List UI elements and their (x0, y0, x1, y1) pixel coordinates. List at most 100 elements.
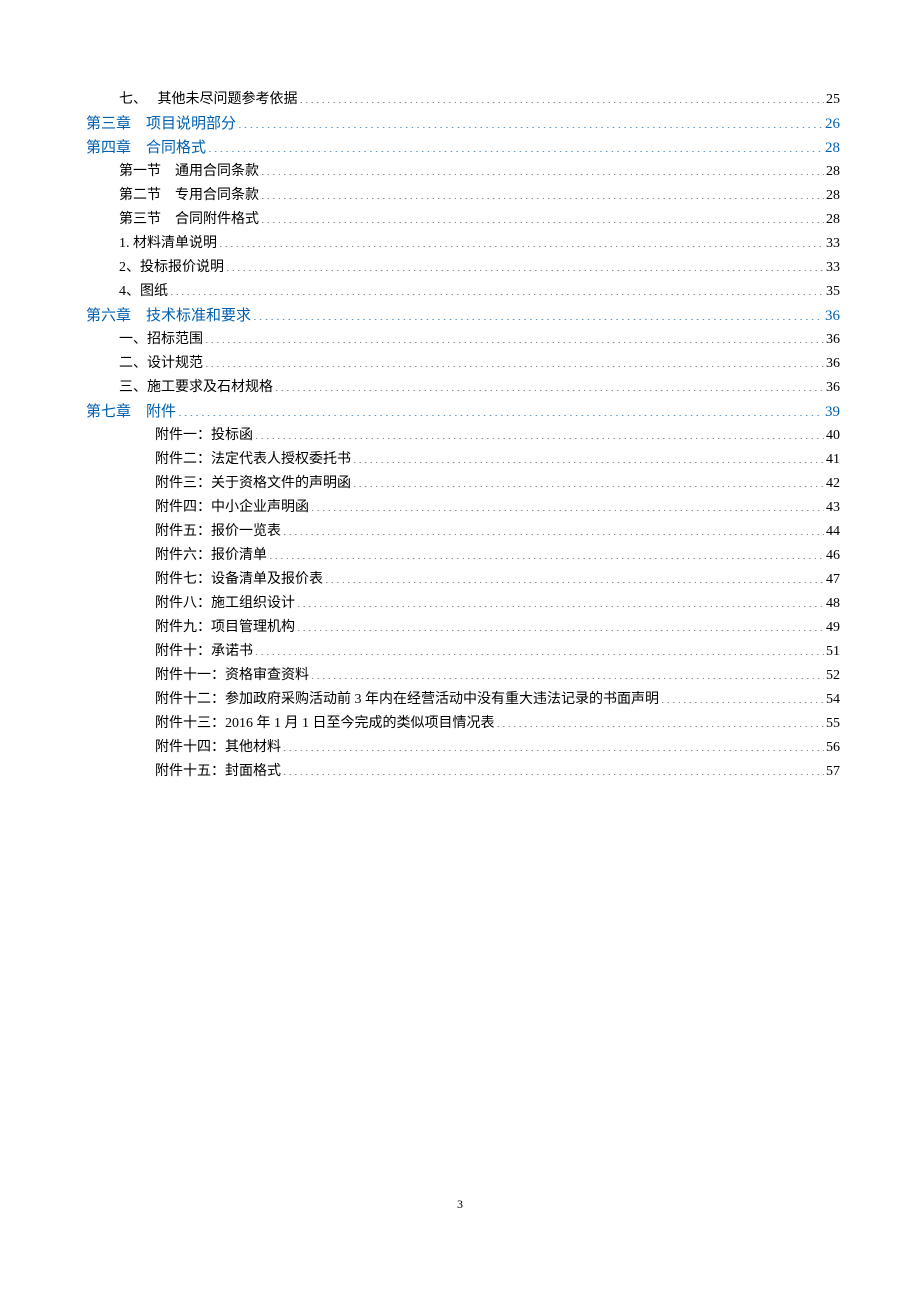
toc-label: 第四章 合同格式 (86, 136, 206, 160)
toc-page-number: 28 (826, 208, 840, 232)
toc-entry[interactable]: 附件五：报价一览表 44 (86, 520, 840, 544)
toc-label: 附件八：施工组织设计 (155, 592, 295, 616)
toc-entry[interactable]: 附件九：项目管理机构 49 (86, 616, 840, 640)
toc-entry[interactable]: 附件六：报价清单 46 (86, 544, 840, 568)
toc-leader-dots (269, 545, 824, 559)
toc-page-number: 36 (825, 304, 840, 328)
toc-page-number: 41 (826, 448, 840, 472)
toc-leader-dots (178, 401, 823, 416)
toc-page-number: 36 (826, 376, 840, 400)
page-container: 七、 其他未尽问题参考依据25第三章 项目说明部分26第四章 合同格式28第一节… (0, 0, 920, 844)
toc-label: 附件五：报价一览表 (155, 520, 281, 544)
toc-entry[interactable]: 二、设计规范 36 (86, 352, 840, 376)
toc-leader-dots (325, 569, 824, 583)
toc-entry[interactable]: 第三章 项目说明部分 26 (86, 112, 840, 136)
toc-label: 1. 材料清单说明 (119, 232, 217, 256)
toc-label: 附件十二：参加政府采购活动前 3 年内在经营活动中没有重大违法记录的书面声明 (155, 688, 659, 712)
toc-leader-dots (219, 233, 824, 247)
toc-leader-dots (311, 665, 824, 679)
toc-entry[interactable]: 第七章 附件 39 (86, 400, 840, 424)
toc-label: 附件七：设备清单及报价表 (155, 568, 323, 592)
toc-label: 第二节 专用合同条款 (119, 184, 259, 208)
toc-page-number: 55 (826, 712, 840, 736)
toc-entry[interactable]: 第二节 专用合同条款28 (86, 184, 840, 208)
toc-label: 附件三：关于资格文件的声明函 (155, 472, 351, 496)
toc-label: 附件二：法定代表人授权委托书 (155, 448, 351, 472)
toc-page-number: 33 (826, 232, 840, 256)
toc-entry[interactable]: 2、投标报价说明 33 (86, 256, 840, 280)
toc-leader-dots (353, 449, 824, 463)
toc-label: 附件九：项目管理机构 (155, 616, 295, 640)
toc-entry[interactable]: 附件二：法定代表人授权委托书 41 (86, 448, 840, 472)
toc-leader-dots (261, 209, 824, 223)
toc-label: 三、施工要求及石材规格 (119, 376, 273, 400)
toc-label: 第三章 项目说明部分 (86, 112, 236, 136)
toc-leader-dots (226, 257, 824, 271)
toc-label: 附件十四：其他材料 (155, 736, 281, 760)
toc-page-number: 35 (826, 280, 840, 304)
toc-leader-dots (661, 689, 824, 703)
toc-entry[interactable]: 第三节 合同附件格式28 (86, 208, 840, 232)
toc-entry[interactable]: 附件三：关于资格文件的声明函 42 (86, 472, 840, 496)
table-of-contents: 七、 其他未尽问题参考依据25第三章 项目说明部分26第四章 合同格式28第一节… (86, 88, 840, 784)
toc-entry[interactable]: 附件十四：其他材料 56 (86, 736, 840, 760)
toc-label: 第七章 附件 (86, 400, 176, 424)
toc-entry[interactable]: 第六章 技术标准和要求36 (86, 304, 840, 328)
toc-label: 附件四：中小企业声明函 (155, 496, 309, 520)
toc-page-number: 44 (826, 520, 840, 544)
toc-entry[interactable]: 一、招标范围 36 (86, 328, 840, 352)
toc-leader-dots (353, 473, 824, 487)
toc-entry[interactable]: 附件十五：封面格式 57 (86, 760, 840, 784)
toc-label: 2、投标报价说明 (119, 256, 224, 280)
toc-leader-dots (300, 89, 825, 103)
toc-entry[interactable]: 附件七：设备清单及报价表 47 (86, 568, 840, 592)
toc-page-number: 36 (826, 328, 840, 352)
toc-page-number: 48 (826, 592, 840, 616)
toc-page-number: 39 (825, 400, 840, 424)
toc-label: 第一节 通用合同条款 (119, 160, 259, 184)
toc-label: 七、 其他未尽问题参考依据 (119, 88, 298, 112)
toc-page-number: 33 (826, 256, 840, 280)
toc-entry[interactable]: 附件十二：参加政府采购活动前 3 年内在经营活动中没有重大违法记录的书面声明 5… (86, 688, 840, 712)
toc-leader-dots (283, 761, 824, 775)
toc-page-number: 49 (826, 616, 840, 640)
toc-entry[interactable]: 附件十三：2016 年 1 月 1 日至今完成的类似项目情况表 55 (86, 712, 840, 736)
toc-leader-dots (261, 185, 824, 199)
toc-label: 附件十五：封面格式 (155, 760, 281, 784)
toc-entry[interactable]: 第一节 通用合同条款28 (86, 160, 840, 184)
toc-leader-dots (208, 137, 823, 152)
toc-page-number: 52 (826, 664, 840, 688)
toc-leader-dots (255, 425, 824, 439)
toc-entry[interactable]: 附件八：施工组织设计 48 (86, 592, 840, 616)
toc-entry[interactable]: 第四章 合同格式 28 (86, 136, 840, 160)
toc-leader-dots (275, 377, 824, 391)
toc-page-number: 54 (826, 688, 840, 712)
toc-label: 附件十：承诺书 (155, 640, 253, 664)
toc-page-number: 56 (826, 736, 840, 760)
toc-label: 一、招标范围 (119, 328, 203, 352)
toc-label: 附件十三：2016 年 1 月 1 日至今完成的类似项目情况表 (155, 712, 495, 736)
toc-page-number: 46 (826, 544, 840, 568)
toc-entry[interactable]: 七、 其他未尽问题参考依据 25 (86, 88, 840, 112)
toc-entry[interactable]: 1. 材料清单说明 33 (86, 232, 840, 256)
toc-entry[interactable]: 附件一：投标函 40 (86, 424, 840, 448)
toc-label: 4、图纸 (119, 280, 168, 304)
toc-entry[interactable]: 附件十一：资格审查资料 52 (86, 664, 840, 688)
toc-label: 二、设计规范 (119, 352, 203, 376)
toc-leader-dots (255, 641, 824, 655)
toc-leader-dots (297, 593, 824, 607)
toc-page-number: 28 (825, 136, 840, 160)
toc-label: 附件十一：资格审查资料 (155, 664, 309, 688)
toc-leader-dots (311, 497, 824, 511)
toc-page-number: 26 (825, 112, 840, 136)
toc-page-number: 51 (826, 640, 840, 664)
toc-page-number: 25 (826, 88, 840, 112)
toc-page-number: 57 (826, 760, 840, 784)
toc-entry[interactable]: 附件四：中小企业声明函 43 (86, 496, 840, 520)
toc-page-number: 36 (826, 352, 840, 376)
toc-entry[interactable]: 附件十：承诺书 51 (86, 640, 840, 664)
toc-entry[interactable]: 4、图纸 35 (86, 280, 840, 304)
toc-page-number: 43 (826, 496, 840, 520)
toc-leader-dots (205, 353, 824, 367)
toc-entry[interactable]: 三、施工要求及石材规格 36 (86, 376, 840, 400)
